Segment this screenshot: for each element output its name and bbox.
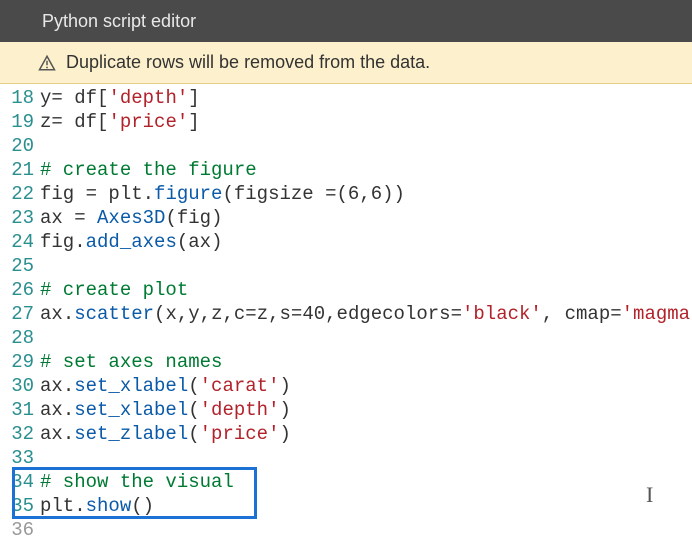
- line-number: 21: [0, 158, 40, 182]
- line-number: 18: [0, 86, 40, 110]
- code-line[interactable]: 30ax.set_xlabel('carat'): [0, 374, 692, 398]
- code-content[interactable]: ax.scatter(x,y,z,c=z,s=40,edgecolors='bl…: [40, 302, 692, 326]
- line-number: 20: [0, 134, 40, 158]
- code-line[interactable]: 34# show the visual: [0, 470, 692, 494]
- code-content[interactable]: # set axes names: [40, 350, 692, 374]
- line-number: 24: [0, 230, 40, 254]
- code-line[interactable]: 36: [0, 518, 692, 541]
- line-number: 30: [0, 374, 40, 398]
- code-line[interactable]: 22fig = plt.figure(figsize =(6,6)): [0, 182, 692, 206]
- line-number: 34: [0, 470, 40, 494]
- code-line[interactable]: 20: [0, 134, 692, 158]
- line-number: 25: [0, 254, 40, 278]
- code-line[interactable]: 35plt.show(): [0, 494, 692, 518]
- line-number: 28: [0, 326, 40, 350]
- code-content[interactable]: ax.set_zlabel('price'): [40, 422, 692, 446]
- code-content[interactable]: ax.set_xlabel('depth'): [40, 398, 692, 422]
- code-content[interactable]: plt.show(): [40, 494, 692, 518]
- code-content[interactable]: fig.add_axes(ax): [40, 230, 692, 254]
- line-number: 29: [0, 350, 40, 374]
- code-content[interactable]: ax.set_xlabel('carat'): [40, 374, 692, 398]
- code-content[interactable]: z= df['price']: [40, 110, 692, 134]
- line-number: 35: [0, 494, 40, 518]
- code-content[interactable]: [40, 254, 692, 278]
- code-line[interactable]: 33: [0, 446, 692, 470]
- code-content[interactable]: # create plot: [40, 278, 692, 302]
- line-number: 36: [0, 518, 40, 541]
- warning-text: Duplicate rows will be removed from the …: [66, 52, 430, 73]
- code-line[interactable]: 18y= df['depth']: [0, 86, 692, 110]
- warning-bar: Duplicate rows will be removed from the …: [0, 42, 692, 84]
- code-content[interactable]: [40, 326, 692, 350]
- code-line[interactable]: 27ax.scatter(x,y,z,c=z,s=40,edgecolors='…: [0, 302, 692, 326]
- code-line[interactable]: 29# set axes names: [0, 350, 692, 374]
- line-number: 22: [0, 182, 40, 206]
- code-line[interactable]: 31ax.set_xlabel('depth'): [0, 398, 692, 422]
- line-number: 19: [0, 110, 40, 134]
- code-line[interactable]: 19z= df['price']: [0, 110, 692, 134]
- code-content[interactable]: # create the figure: [40, 158, 692, 182]
- code-content[interactable]: [40, 446, 692, 470]
- warning-icon: [38, 54, 56, 72]
- line-number: 31: [0, 398, 40, 422]
- code-content[interactable]: [40, 134, 692, 158]
- code-line[interactable]: 21# create the figure: [0, 158, 692, 182]
- title-bar: Python script editor: [0, 0, 692, 42]
- code-line[interactable]: 23ax = Axes3D(fig): [0, 206, 692, 230]
- code-line[interactable]: 32ax.set_zlabel('price'): [0, 422, 692, 446]
- line-number: 27: [0, 302, 40, 326]
- line-number: 26: [0, 278, 40, 302]
- line-number: 32: [0, 422, 40, 446]
- code-line[interactable]: 25: [0, 254, 692, 278]
- code-content[interactable]: fig = plt.figure(figsize =(6,6)): [40, 182, 692, 206]
- line-number: 23: [0, 206, 40, 230]
- code-content[interactable]: # show the visual: [40, 470, 692, 494]
- code-line[interactable]: 26# create plot: [0, 278, 692, 302]
- code-line[interactable]: 28: [0, 326, 692, 350]
- code-content[interactable]: ax = Axes3D(fig): [40, 206, 692, 230]
- line-number: 33: [0, 446, 40, 470]
- code-editor[interactable]: 18y= df['depth']19z= df['price']2021# cr…: [0, 84, 692, 541]
- code-content[interactable]: y= df['depth']: [40, 86, 692, 110]
- code-line[interactable]: 24fig.add_axes(ax): [0, 230, 692, 254]
- title-text: Python script editor: [42, 11, 196, 32]
